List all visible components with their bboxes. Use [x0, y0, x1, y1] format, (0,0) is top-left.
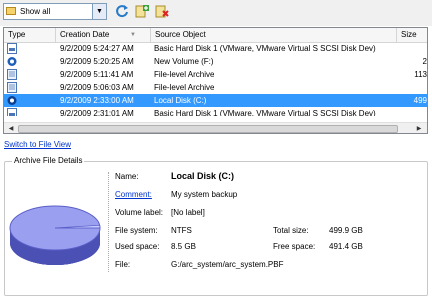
row-size: 499: [413, 96, 427, 105]
row-source: Basic Hard Disk 1 (VMware, VMware Virtua…: [154, 44, 376, 53]
column-creation-date[interactable]: Creation Date ▼: [56, 28, 151, 42]
scroll-left-icon[interactable]: ◀: [5, 124, 17, 133]
used-space-value: 8.5 GB: [171, 242, 196, 251]
column-size[interactable]: Size: [397, 28, 427, 42]
column-source-object[interactable]: Source Object: [151, 28, 397, 42]
file-archive-icon: [7, 82, 17, 93]
horizontal-scrollbar[interactable]: ◀ ▶: [4, 122, 427, 133]
free-space-value: 491.4 GB: [329, 242, 363, 251]
list-row-selected[interactable]: 9/2/2009 2:33:00 AM Local Disk (C:) 499: [4, 94, 427, 107]
file-archive-icon: [7, 69, 17, 80]
row-date: 9/2/2009 2:31:01 AM: [60, 109, 134, 116]
volume-label-label: Volume label:: [115, 208, 164, 217]
list-row[interactable]: 9/2/2009 2:31:01 AM Basic Hard Disk 1 (V…: [4, 107, 427, 116]
file-label: File:: [115, 260, 131, 269]
switch-to-file-view-link[interactable]: Switch to File View: [4, 140, 71, 149]
details-divider: [108, 172, 110, 272]
list-header: Type Creation Date ▼ Source Object Size: [4, 28, 427, 43]
total-size-label: Total size:: [273, 226, 309, 235]
total-size-value: 499.9 GB: [329, 226, 363, 235]
sort-descending-icon: ▼: [130, 32, 136, 38]
toolbar: Show all ▼: [0, 0, 432, 26]
name-value: Local Disk (C:): [171, 171, 235, 181]
row-date: 9/2/2009 5:24:27 AM: [60, 44, 134, 53]
row-date: 9/2/2009 5:06:03 AM: [60, 83, 134, 92]
list-row[interactable]: 9/2/2009 5:06:03 AM File-level Archive: [4, 81, 427, 94]
add-icon[interactable]: [135, 4, 149, 18]
row-source: Basic Hard Disk 1 (VMware, VMware Virtua…: [154, 109, 376, 116]
row-source: File-level Archive: [154, 83, 215, 92]
row-size: 2: [422, 57, 427, 66]
scrollbar-thumb[interactable]: [18, 125, 398, 133]
filter-value: Show all: [20, 7, 51, 16]
volume-archive-icon: [7, 57, 17, 66]
disk-archive-icon: [7, 43, 17, 54]
row-date: 9/2/2009 5:11:41 AM: [60, 70, 134, 79]
list-row[interactable]: 9/2/2009 5:20:25 AM New Volume (F:) 2: [4, 55, 427, 68]
row-date: 9/2/2009 2:33:00 AM: [60, 96, 134, 105]
group-title: Archive File Details: [12, 156, 85, 165]
folder-icon: [6, 7, 16, 15]
column-creation-date-label: Creation Date: [60, 30, 110, 39]
list-row[interactable]: 9/2/2009 5:11:41 AM File-level Archive 1…: [4, 68, 427, 81]
chevron-down-icon[interactable]: ▼: [92, 4, 106, 19]
filter-dropdown[interactable]: Show all ▼: [3, 3, 107, 20]
column-type[interactable]: Type: [4, 28, 56, 42]
row-source: New Volume (F:): [154, 57, 214, 66]
disk-archive-icon: [7, 108, 17, 116]
scroll-right-icon[interactable]: ▶: [413, 124, 425, 133]
name-label: Name:: [115, 172, 139, 181]
delete-icon[interactable]: [155, 4, 169, 18]
file-system-value: NTFS: [171, 226, 192, 235]
file-path-value: G:/arc_system/arc_system.PBF: [171, 260, 284, 269]
row-source: Local Disk (C:): [154, 96, 207, 105]
row-date: 9/2/2009 5:20:25 AM: [60, 57, 134, 66]
comment-link[interactable]: Comment:: [115, 190, 152, 199]
list-row[interactable]: 9/2/2009 5:24:27 AM Basic Hard Disk 1 (V…: [4, 42, 427, 55]
used-space-label: Used space:: [115, 242, 160, 251]
row-source: File-level Archive: [154, 70, 215, 79]
archive-list[interactable]: Type Creation Date ▼ Source Object Size …: [3, 27, 428, 134]
disk-usage-pie: [9, 205, 101, 265]
row-size: 113: [414, 70, 427, 79]
file-system-label: File system:: [115, 226, 158, 235]
row-size: [400, 42, 427, 55]
refresh-icon[interactable]: [115, 4, 129, 18]
comment-value: My system backup: [171, 190, 238, 199]
volume-label-value: [No label]: [171, 208, 205, 217]
row-size: [400, 81, 427, 94]
free-space-label: Free space:: [273, 242, 316, 251]
volume-archive-icon: [7, 96, 17, 105]
